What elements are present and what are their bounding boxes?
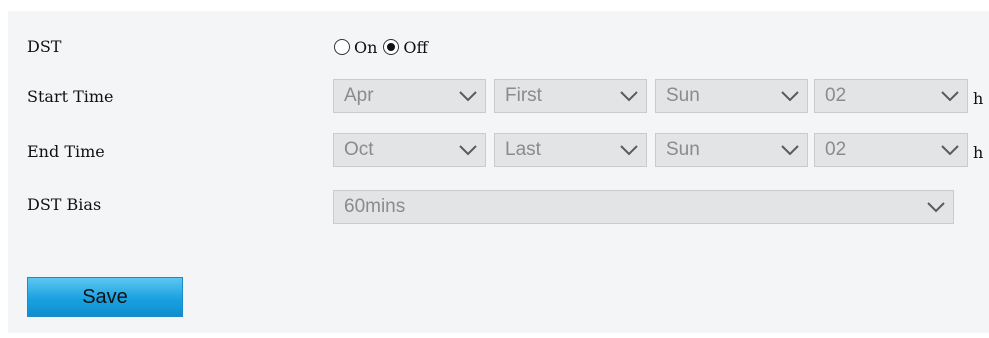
end-day-select[interactable]: Sun xyxy=(655,133,808,167)
chevron-down-icon xyxy=(619,144,639,156)
dst-settings-panel: DST On Off Start Time Apr First Sun 02 h… xyxy=(8,11,989,333)
end-hour-value: 02 xyxy=(825,139,847,160)
end-month-select[interactable]: Oct xyxy=(333,133,486,167)
start-day-select[interactable]: Sun xyxy=(655,79,808,113)
chevron-down-icon xyxy=(780,90,800,102)
start-month-select[interactable]: Apr xyxy=(333,79,486,113)
save-button[interactable]: Save xyxy=(27,277,183,317)
start-hour-select[interactable]: 02 xyxy=(814,79,968,113)
dst-bias-select[interactable]: 60mins xyxy=(333,190,954,224)
end-time-label: End Time xyxy=(27,142,105,161)
dst-label: DST xyxy=(27,37,62,56)
chevron-down-icon xyxy=(940,144,960,156)
chevron-down-icon xyxy=(619,90,639,102)
dst-radio-group: On Off xyxy=(334,35,434,59)
start-hour-value: 02 xyxy=(825,85,847,106)
end-day-value: Sun xyxy=(666,139,700,160)
dst-on-radio[interactable] xyxy=(334,39,350,55)
chevron-down-icon xyxy=(458,144,478,156)
chevron-down-icon xyxy=(780,144,800,156)
chevron-down-icon xyxy=(926,201,946,213)
start-hour-unit: h xyxy=(973,89,984,108)
dst-bias-label: DST Bias xyxy=(27,195,102,214)
start-week-value: First xyxy=(505,85,542,106)
end-month-value: Oct xyxy=(344,139,374,160)
chevron-down-icon xyxy=(458,90,478,102)
end-hour-unit: h xyxy=(973,143,984,162)
start-day-value: Sun xyxy=(666,85,700,106)
start-time-label: Start Time xyxy=(27,87,114,106)
end-week-select[interactable]: Last xyxy=(494,133,647,167)
end-hour-select[interactable]: 02 xyxy=(814,133,968,167)
end-week-value: Last xyxy=(505,139,541,160)
dst-off-label[interactable]: Off xyxy=(403,38,427,57)
dst-bias-value: 60mins xyxy=(344,196,406,217)
dst-on-label[interactable]: On xyxy=(354,38,377,57)
start-month-value: Apr xyxy=(344,85,374,106)
dst-off-radio[interactable] xyxy=(383,39,400,55)
start-week-select[interactable]: First xyxy=(494,79,647,113)
chevron-down-icon xyxy=(940,90,960,102)
